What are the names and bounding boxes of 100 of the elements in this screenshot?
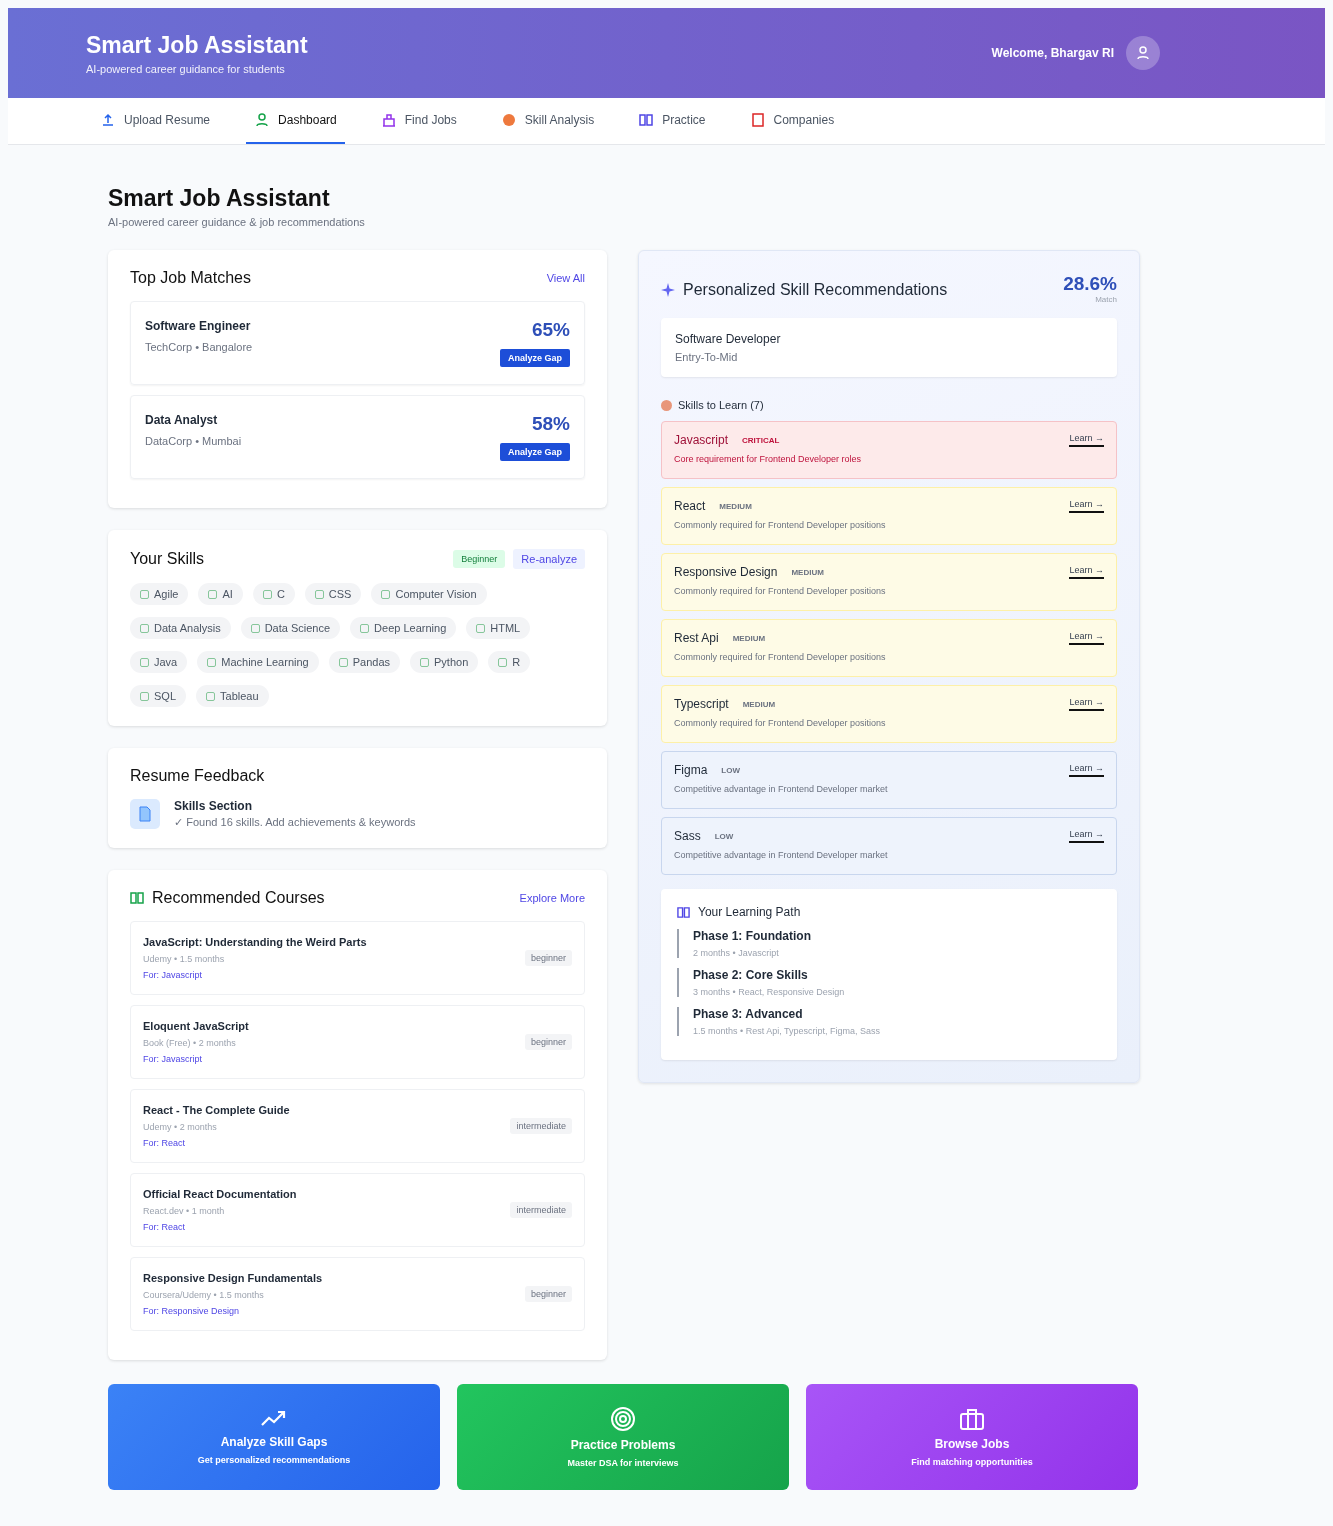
card-title: Resume Feedback	[130, 767, 265, 785]
skill-chip: Machine Learning	[197, 651, 319, 673]
skill-chip: Python	[410, 651, 479, 673]
welcome-text: Welcome, Bhargav RI	[991, 46, 1114, 60]
course-level: intermediate	[510, 1202, 572, 1218]
app-title: Smart Job Assistant	[86, 31, 308, 59]
match-label: Match	[1094, 295, 1117, 304]
skill-chip: Java	[130, 651, 188, 673]
card-title: Your Skills	[130, 550, 205, 568]
learn-link[interactable]: Learn →	[1069, 565, 1104, 579]
phase-detail: 3 months • React, Responsive Design	[693, 987, 846, 997]
course-level: beginner	[524, 950, 572, 966]
feedback-title: Skills Section	[174, 799, 254, 813]
skill-chip: CSS	[304, 583, 362, 605]
skill-chip: Data Science	[240, 617, 341, 639]
nav-tab[interactable]: Companies	[741, 98, 843, 144]
skill-chip: Data Analysis	[130, 617, 231, 639]
skill-chip: Agile	[130, 583, 189, 605]
job-company: DataCorp • Mumbai	[145, 435, 242, 447]
nav-tab[interactable]: Dashboard	[246, 98, 345, 144]
course-title: Official React Documentation	[143, 1188, 297, 1200]
role-level: Entry-To-Mid	[675, 351, 739, 363]
skill-chip: C	[252, 583, 295, 605]
skill-chip: SQL	[130, 685, 186, 707]
job-title: Data Analyst	[145, 413, 219, 427]
app-subtitle: AI-powered career guidance for students	[86, 62, 286, 75]
course-title: Eloquent JavaScript	[143, 1020, 249, 1032]
level-badge: Beginner	[453, 550, 506, 568]
skill-reason: Commonly required for Frontend Developer positions	[674, 718, 886, 728]
skill-chip: HTML	[466, 617, 531, 639]
priority-label: CRITICAL	[742, 435, 780, 445]
phase-title: Phase 2: Core Skills	[693, 968, 809, 982]
learn-link[interactable]: Learn →	[1069, 829, 1104, 843]
skill-name: React	[674, 499, 706, 513]
feedback-text: ✓ Found 16 skills. Add achievements & keywords	[174, 816, 416, 829]
analyze-gap-button[interactable]: Analyze Gap	[499, 443, 570, 461]
course-meta: Udemy • 2 months	[143, 1122, 218, 1132]
skill-reason: Commonly required for Frontend Developer positions	[674, 586, 886, 596]
course-title: JavaScript: Understanding the Weird Parts	[143, 936, 367, 948]
course-skill: For: Responsive Design	[143, 1306, 241, 1316]
course-skill: For: Javascript	[143, 1054, 203, 1064]
course-level: beginner	[524, 1034, 572, 1050]
priority-label: LOW	[714, 831, 734, 841]
skill-chip: Pandas	[328, 651, 400, 673]
card-title: Recommended Courses	[152, 889, 325, 907]
nav-tab[interactable]: Find Jobs	[372, 98, 465, 144]
skill-name: Rest Api	[674, 631, 719, 645]
match-percent: 28.6%	[1063, 273, 1117, 295]
course-skill: For: React	[143, 1222, 186, 1232]
priority-label: MEDIUM	[719, 501, 752, 511]
phase-title: Phase 1: Foundation	[693, 929, 812, 943]
skill-name: Typescript	[674, 697, 729, 711]
action-card[interactable]: Browse Jobs Find matching opportunities	[806, 1384, 1138, 1490]
skill-chip: Tableau	[196, 685, 269, 707]
learn-link[interactable]: Learn →	[1069, 499, 1104, 513]
skill-reason: Competitive advantage in Frontend Developer market	[674, 784, 888, 794]
phase-detail: 2 months • Javascript	[693, 948, 780, 958]
course-title: React - The Complete Guide	[143, 1104, 290, 1116]
learn-link[interactable]: Learn →	[1069, 763, 1104, 777]
course-skill: For: React	[143, 1138, 186, 1148]
action-card[interactable]: Analyze Skill Gaps Get personalized recommendations	[108, 1384, 440, 1490]
nav-tab[interactable]: Skill Analysis	[492, 98, 603, 144]
course-skill: For: Javascript	[143, 970, 203, 980]
match-percent: 65%	[531, 319, 570, 341]
course-level: beginner	[524, 1286, 572, 1302]
skill-name: Responsive Design	[674, 565, 778, 579]
learn-link[interactable]: Learn →	[1069, 433, 1104, 447]
page-title: Smart Job Assistant	[108, 185, 331, 212]
nav-tab[interactable]: Practice	[630, 98, 714, 144]
course-meta: Book (Free) • 2 months	[143, 1038, 237, 1048]
phase-detail: 1.5 months • Rest Api, Typescript, Figma, Sass	[693, 1026, 882, 1036]
page-subtitle: AI-powered career guidance & job recommendations	[108, 216, 366, 228]
nav-tab[interactable]: Upload Resume	[92, 98, 219, 144]
course-level: intermediate	[510, 1118, 572, 1134]
learn-link[interactable]: Learn →	[1069, 631, 1104, 645]
phase-title: Phase 3: Advanced	[693, 1007, 804, 1021]
learn-link[interactable]: Learn →	[1069, 697, 1104, 711]
skill-reason: Competitive advantage in Frontend Developer market	[674, 850, 888, 860]
job-company: TechCorp • Bangalore	[145, 341, 253, 353]
skill-reason: Commonly required for Frontend Developer positions	[674, 652, 886, 662]
skill-chip: R	[488, 651, 531, 673]
job-title: Software Engineer	[145, 319, 252, 333]
reanalyze-button[interactable]: Re-analyze	[513, 549, 585, 569]
priority-label: MEDIUM	[791, 567, 824, 577]
course-title: Responsive Design Fundamentals	[143, 1272, 323, 1284]
skill-reason: Core requirement for Frontend Developer roles	[674, 454, 862, 464]
skill-chip: Computer Vision	[371, 583, 487, 605]
skill-chip: AI	[198, 583, 243, 605]
course-meta: Coursera/Udemy • 1.5 months	[143, 1290, 265, 1300]
analyze-gap-button[interactable]: Analyze Gap	[499, 349, 570, 367]
view-all-link[interactable]: View All	[546, 272, 585, 284]
section-title: Skills to Learn (7)	[678, 399, 764, 411]
skill-name: Javascript	[674, 433, 729, 447]
match-percent: 58%	[531, 413, 570, 435]
skill-name: Sass	[674, 829, 701, 843]
panel-title: Personalized Skill Recommendations	[683, 281, 948, 299]
path-title: Your Learning Path	[698, 905, 801, 919]
priority-label: LOW	[721, 765, 740, 775]
explore-more-link[interactable]: Explore More	[519, 892, 585, 904]
role-title: Software Developer	[675, 332, 782, 346]
